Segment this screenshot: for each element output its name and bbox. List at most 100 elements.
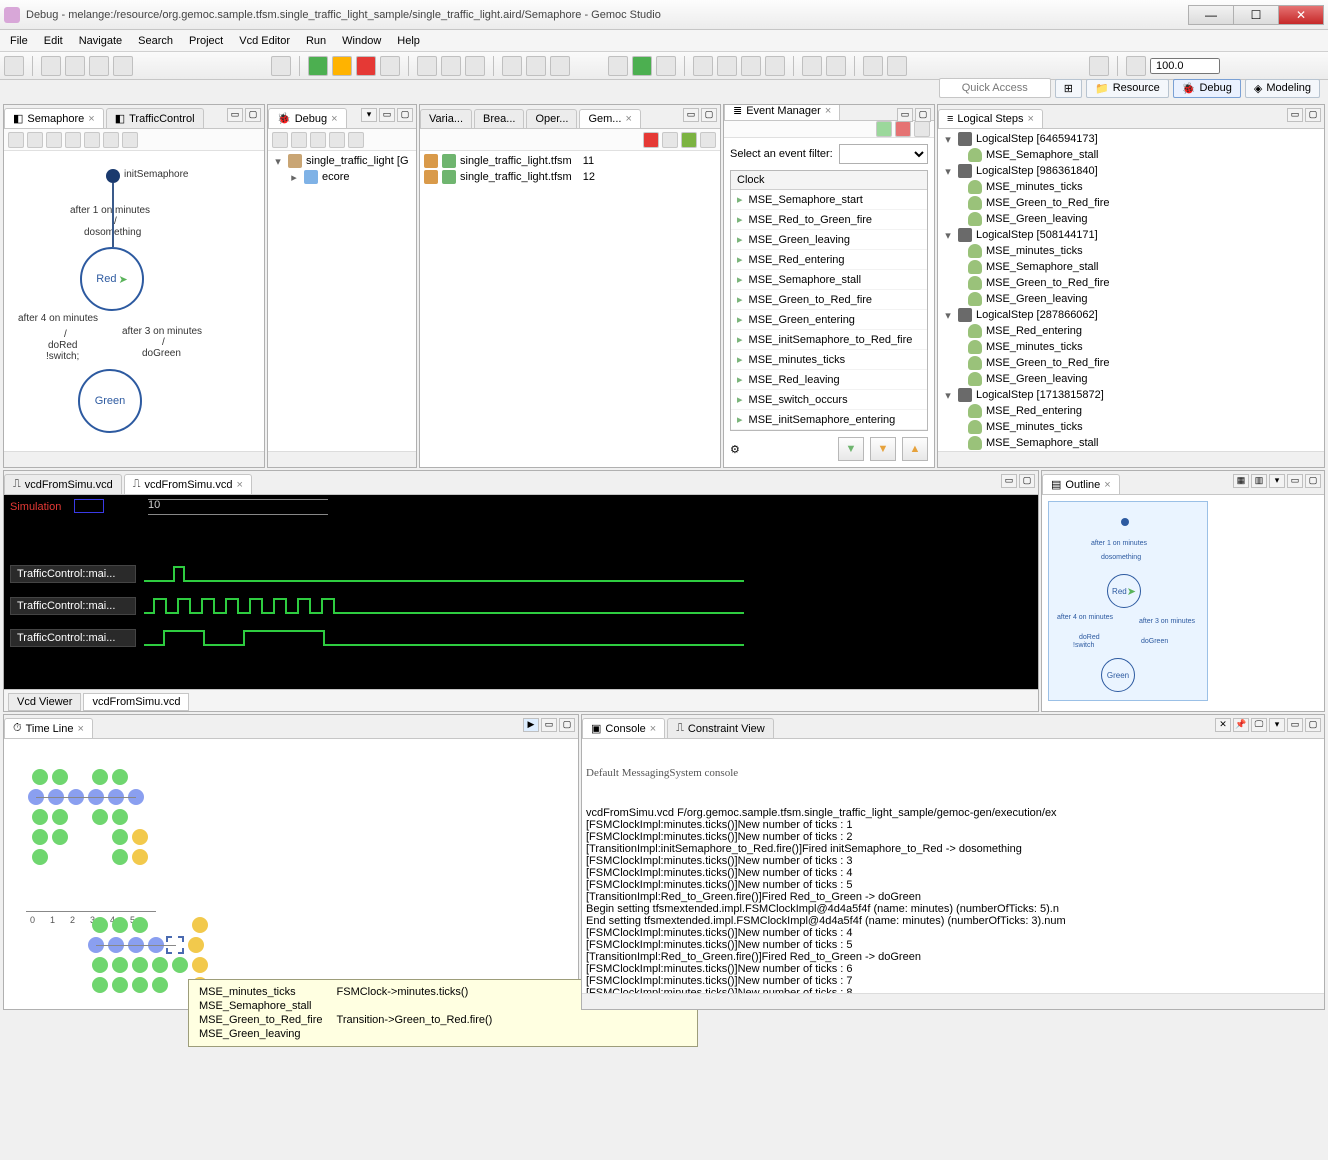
tl-dot[interactable] <box>112 769 128 785</box>
logical-step-item[interactable]: MSE_minutes_ticks <box>942 339 1320 355</box>
open-perspective-button[interactable]: ⊞ <box>1055 79 1082 98</box>
up-orange-button[interactable]: ▲ <box>902 437 928 461</box>
tl-dot[interactable] <box>32 769 48 785</box>
terminate-button[interactable] <box>356 56 376 76</box>
palette-btn-2[interactable] <box>27 132 43 148</box>
tab-timeline[interactable]: ⏱Time Line× <box>4 718 93 738</box>
tab-logical-steps[interactable]: ≡Logical Steps× <box>938 109 1043 128</box>
quick-access[interactable]: Quick Access <box>939 78 1051 98</box>
tl-dot[interactable] <box>152 957 168 973</box>
signal-row[interactable]: TrafficControl::mai... <box>10 563 744 585</box>
maximize-view-button[interactable]: ▢ <box>1305 474 1321 488</box>
close-icon[interactable]: × <box>331 113 337 125</box>
logical-step-group[interactable]: ▾LogicalStep [508144171] <box>942 227 1320 243</box>
clear-button[interactable]: ✕ <box>1215 718 1231 732</box>
toolbar-btn[interactable]: ▥ <box>1251 474 1267 488</box>
palette-btn-6[interactable] <box>103 132 119 148</box>
tab-outline[interactable]: ▤Outline× <box>1042 474 1120 494</box>
column-header[interactable]: Clock <box>731 171 927 190</box>
tab-event-manager[interactable]: ≣Event Manager× <box>724 105 840 120</box>
menu-project[interactable]: Project <box>181 32 231 50</box>
tl-dot[interactable] <box>192 957 208 973</box>
h-scrollbar[interactable] <box>4 451 264 467</box>
tl-dot[interactable] <box>112 917 128 933</box>
close-icon[interactable]: × <box>1104 479 1110 491</box>
tl-dot[interactable] <box>188 937 204 953</box>
menu-file[interactable]: File <box>2 32 36 50</box>
clock-item[interactable]: ▸MSE_Semaphore_start <box>731 190 927 210</box>
down-green-button[interactable]: ▼ <box>838 437 864 461</box>
tl-dot[interactable] <box>172 957 188 973</box>
tl-dot[interactable] <box>152 977 168 993</box>
tl-dot[interactable] <box>52 829 68 845</box>
annotation-prev-button[interactable] <box>802 56 822 76</box>
gemoc-list[interactable]: single_traffic_light.tfsm 11 single_traf… <box>420 151 720 467</box>
play-button[interactable] <box>876 121 892 137</box>
logical-step-item[interactable]: MSE_Red_entering <box>942 323 1320 339</box>
close-button[interactable]: ✕ <box>1278 5 1324 25</box>
maximize-view-button[interactable]: ▢ <box>1305 108 1321 122</box>
palette-btn-7[interactable] <box>122 132 138 148</box>
signal-row[interactable]: TrafficControl::mai... <box>10 627 744 649</box>
maximize-button[interactable]: ☐ <box>1233 5 1279 25</box>
logical-step-item[interactable]: MSE_Green_to_Red_fire <box>942 195 1320 211</box>
play-button[interactable]: ▶ <box>523 718 539 732</box>
perspective-debug[interactable]: 🐞Debug <box>1173 79 1241 98</box>
forward-button[interactable] <box>887 56 907 76</box>
annotation-next-button[interactable] <box>826 56 846 76</box>
toolbar-btn[interactable] <box>662 132 678 148</box>
toolbar-btn[interactable] <box>310 132 326 148</box>
outline-thumb[interactable]: after 1 on minutes dosomething Red ➤ aft… <box>1042 495 1324 711</box>
tl-dot[interactable] <box>32 829 48 845</box>
clock-item[interactable]: ▸MSE_initSemaphore_entering <box>731 410 927 430</box>
down-orange-button[interactable]: ▼ <box>870 437 896 461</box>
disconnect-button[interactable] <box>380 56 400 76</box>
minimize-view-button[interactable]: ▭ <box>541 718 557 732</box>
logical-step-item[interactable]: MSE_minutes_ticks <box>942 419 1320 435</box>
logical-step-item[interactable]: MSE_Green_to_Red_fire <box>942 275 1320 291</box>
menu-run[interactable]: Run <box>298 32 334 50</box>
palette-btn-3[interactable] <box>46 132 62 148</box>
logical-step-item[interactable]: MSE_minutes_ticks <box>942 179 1320 195</box>
tl-dot[interactable] <box>192 917 208 933</box>
build-button[interactable] <box>113 56 133 76</box>
logical-step-item[interactable]: MSE_Green_leaving <box>942 291 1320 307</box>
tab-breakpoints[interactable]: Brea... <box>474 109 524 128</box>
menu-edit[interactable]: Edit <box>36 32 71 50</box>
toolbar-btn[interactable] <box>291 132 307 148</box>
logical-step-item[interactable]: MSE_Red_entering <box>942 403 1320 419</box>
tl-dot[interactable] <box>92 917 108 933</box>
tl-dot[interactable] <box>132 829 148 845</box>
zoom-out-icon[interactable] <box>1089 56 1109 76</box>
thread-button[interactable] <box>550 56 570 76</box>
drop-frame-button[interactable] <box>502 56 522 76</box>
maximize-view-button[interactable]: ▢ <box>1305 718 1321 732</box>
tab-vcd-2[interactable]: ⎍vcdFromSimu.vcd× <box>124 474 252 494</box>
maximize-view-button[interactable]: ▢ <box>915 108 931 122</box>
tl-dot[interactable] <box>32 849 48 865</box>
clock-item[interactable]: ▸MSE_initSemaphore_to_Red_fire <box>731 330 927 350</box>
tl-dot[interactable] <box>32 809 48 825</box>
menu-navigate[interactable]: Navigate <box>71 32 130 50</box>
menu-window[interactable]: Window <box>334 32 389 50</box>
toolbar-btn[interactable] <box>348 132 364 148</box>
palette-btn-4[interactable] <box>65 132 81 148</box>
view-menu-button[interactable]: ▾ <box>361 108 377 122</box>
maximize-view-button[interactable]: ▢ <box>245 108 261 122</box>
close-icon[interactable]: × <box>625 113 631 125</box>
settings-button[interactable] <box>914 121 930 137</box>
tl-dot[interactable] <box>92 977 108 993</box>
logical-step-item[interactable]: MSE_Semaphore_stall <box>942 259 1320 275</box>
minimize-view-button[interactable]: ▭ <box>227 108 243 122</box>
external-tools-button[interactable] <box>656 56 676 76</box>
debug-tree[interactable]: ▾single_traffic_light [G ▸ecore <box>268 151 416 451</box>
tl-dot[interactable] <box>112 829 128 845</box>
clock-item[interactable]: ▸MSE_Red_entering <box>731 250 927 270</box>
tl-dot[interactable] <box>132 849 148 865</box>
search-button[interactable] <box>765 56 785 76</box>
tl-dot[interactable] <box>52 809 68 825</box>
tl-dot[interactable] <box>112 977 128 993</box>
minimize-button[interactable]: — <box>1188 5 1234 25</box>
minimize-view-button[interactable]: ▭ <box>683 108 699 122</box>
clock-item[interactable]: ▸MSE_Green_entering <box>731 310 927 330</box>
